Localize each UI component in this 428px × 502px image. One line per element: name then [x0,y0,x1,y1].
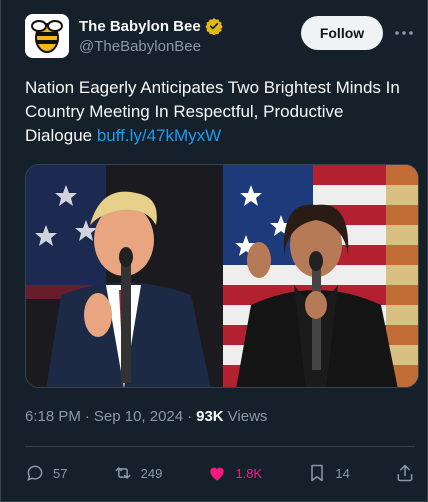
reply-icon [27,465,43,481]
reply-count: 57 [53,465,68,481]
tweet-media-image[interactable] [25,164,419,388]
name-row: The Babylon Bee [79,17,223,35]
tweet-text: Nation Eagerly Anticipates Two Brightest… [25,76,405,148]
tweet-meta: 6:18 PM · Sep 10, 2024 · 93K Views [25,408,267,425]
meta-separator: · [187,408,193,425]
like-button[interactable]: 1.8K [207,463,262,483]
avatar[interactable] [25,14,69,58]
follow-button[interactable]: Follow [301,16,383,50]
more-options-icon[interactable] [393,22,415,44]
composite-photo [26,165,418,387]
repost-button[interactable]: 249 [113,463,163,483]
views-label: Views [227,408,268,425]
bookmark-count: 14 [335,465,350,481]
heart-icon [210,467,225,481]
like-count: 1.8K [235,465,263,481]
meta-separator: · [84,408,90,425]
share-button[interactable] [395,463,415,483]
divider [25,446,415,447]
left-flag-icon [26,165,106,299]
bookmark-button[interactable]: 14 [307,463,350,483]
bookmark-icon [311,464,324,482]
bee-logo-icon [25,14,69,58]
tweet-link[interactable]: buff.ly/47kMyxW [97,126,221,145]
tweet-time[interactable]: 6:18 PM [25,408,81,425]
tweet-date[interactable]: Sep 10, 2024 [94,408,183,425]
repost-icon [115,467,131,479]
reply-button[interactable]: 57 [25,463,67,483]
share-icon [397,464,413,482]
verified-badge-icon [205,18,223,35]
tweet-header: The Babylon Bee @TheBabylonBee Follow [25,14,415,60]
account-handle[interactable]: @TheBabylonBee [79,38,201,55]
tweet-card: The Babylon Bee @TheBabylonBee Follow Na… [0,0,428,502]
repost-count: 249 [140,465,163,481]
account-name[interactable]: The Babylon Bee [79,18,201,35]
views-count: 93K [196,408,224,425]
action-bar: 57 249 1.8K 14 [25,458,415,488]
